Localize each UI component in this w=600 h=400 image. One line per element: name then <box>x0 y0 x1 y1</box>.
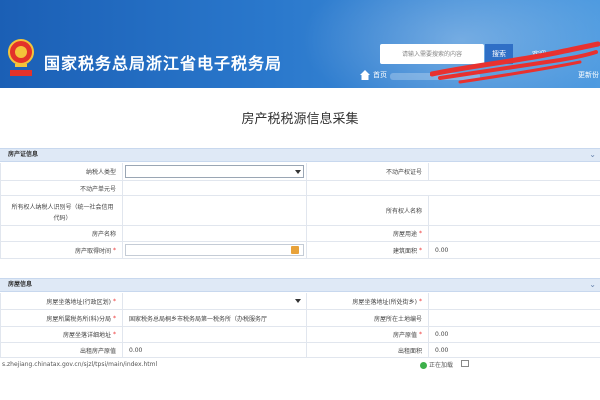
chevron-down-icon[interactable]: ⌄ <box>589 279 596 291</box>
taxpayer-type-cell <box>123 163 307 180</box>
acquisition-date-input[interactable] <box>125 244 304 256</box>
detailed-address-label: 房屋坐落详细地址 * <box>1 327 123 342</box>
original-value-label: 房产原值 * <box>307 327 429 342</box>
home-icon <box>360 70 370 80</box>
form-row: 房屋所属税务所(科)分局 * 国家税务总局桐乡市税务局第一税务所（办税服务厅 房屋… <box>1 310 600 327</box>
site-header: 国家税务总局浙江省电子税务局 搜索 欢迎 首页 更新份 <box>0 0 600 88</box>
form-row: 房屋坐落地址(行政区划) * 房屋坐落地址(所处街乡) * <box>1 293 600 310</box>
loading-dot-icon <box>420 362 427 369</box>
district-cell <box>123 293 307 309</box>
section-header-property-certificate[interactable]: 房产证信息 ⌄ <box>0 148 600 162</box>
original-value-field[interactable]: 0.00 <box>429 327 600 342</box>
empty-cell <box>307 181 600 195</box>
status-indicators: 正在加载 <box>420 360 470 369</box>
section-title: 房产证信息 <box>8 151 39 158</box>
property-unit-number-field[interactable] <box>123 181 307 195</box>
required-mark: * <box>113 297 116 305</box>
form-row: 房屋坐落详细地址 * 房产原值 * 0.00 <box>1 327 600 343</box>
required-mark: * <box>419 246 422 254</box>
page-title: 房产税税源信息采集 <box>241 112 359 127</box>
zoom-box-icon[interactable] <box>461 360 470 367</box>
house-usage-field[interactable] <box>429 226 600 241</box>
taxpayer-type-select[interactable] <box>125 165 304 178</box>
rental-area-field[interactable]: 0.00 <box>429 343 600 357</box>
rental-original-value-field[interactable]: 0.00 <box>123 343 307 357</box>
section-header-house-info[interactable]: 房屋信息 ⌄ <box>0 278 600 292</box>
required-mark: * <box>113 331 116 338</box>
required-mark: * <box>419 297 422 305</box>
form-row: 纳税人类型 不动产权证号 <box>1 163 600 181</box>
loading-indicator: 正在加载 <box>420 360 453 369</box>
required-mark: * <box>419 230 422 237</box>
land-number-field[interactable] <box>429 310 600 326</box>
acquisition-date-cell <box>123 242 307 258</box>
property-cert-number-label: 不动产权证号 <box>307 163 429 180</box>
rental-original-value-label: 出租房产原值 <box>1 343 123 357</box>
caret-down-icon <box>295 169 301 174</box>
property-unit-number-label: 不动产单元号 <box>1 181 123 195</box>
home-link[interactable]: 首页 <box>360 70 387 80</box>
house-info-form: 房屋坐落地址(行政区划) * 房屋坐落地址(所处街乡) * 房屋所属税务所(科)分局… <box>0 293 600 358</box>
district-label: 房屋坐落地址(行政区划) * <box>1 293 123 309</box>
street-label: 房屋坐落地址(所处街乡) * <box>307 293 429 309</box>
building-area-field[interactable]: 0.00 <box>429 242 600 258</box>
chevron-down-icon[interactable]: ⌄ <box>589 149 596 161</box>
caret-down-icon <box>295 299 301 303</box>
owner-name-label: 所有权人名称 <box>307 196 429 225</box>
owner-taxpayer-id-field[interactable] <box>123 196 307 225</box>
tax-office-label: 房屋所属税务所(科)分局 * <box>1 310 123 326</box>
district-select[interactable] <box>125 295 304 307</box>
redaction-scribble <box>430 41 600 84</box>
land-number-label: 房屋所在土地编号 <box>307 310 429 326</box>
form-row: 房产名称 房屋用途 * <box>1 226 600 242</box>
tax-office-value: 国家税务总局桐乡市税务局第一税务所（办税服务厅 <box>123 310 307 326</box>
browser-status-bar: s.zhejiang.chinatax.gov.cn/sjzl/tpsi/mai… <box>0 358 600 372</box>
form-row: 不动产单元号 <box>1 181 600 196</box>
property-certificate-form: 纳税人类型 不动产权证号 不动产单元号 所有权人纳税人识别号（统一社会信用代码）… <box>0 163 600 259</box>
taxpayer-type-label: 纳税人类型 <box>1 163 123 180</box>
acquisition-date-label: 房产取得时间 * <box>1 242 123 258</box>
tax-emblem-icon <box>8 39 34 76</box>
status-url: s.zhejiang.chinatax.gov.cn/sjzl/tpsi/mai… <box>2 361 158 368</box>
building-area-label: 建筑面积 * <box>307 242 429 258</box>
property-name-field[interactable] <box>123 226 307 241</box>
required-mark: * <box>113 314 116 322</box>
form-row: 房产取得时间 * 建筑面积 * 0.00 <box>1 242 600 259</box>
form-row: 出租房产原值 0.00 出租面积 0.00 <box>1 343 600 358</box>
street-select[interactable] <box>429 293 600 309</box>
owner-taxpayer-id-label: 所有权人纳税人识别号（统一社会信用代码） <box>1 196 123 225</box>
property-name-label: 房产名称 <box>1 226 123 241</box>
required-mark: * <box>419 331 422 338</box>
detailed-address-field[interactable] <box>123 327 307 342</box>
rental-area-label: 出租面积 <box>307 343 429 357</box>
property-cert-number-field[interactable] <box>429 163 600 180</box>
owner-name-field[interactable] <box>429 196 600 225</box>
section-title: 房屋信息 <box>8 281 33 288</box>
site-title: 国家税务总局浙江省电子税务局 <box>44 54 283 73</box>
form-row: 所有权人纳税人识别号（统一社会信用代码） 所有权人名称 <box>1 196 600 226</box>
calendar-icon[interactable] <box>291 246 299 254</box>
required-mark: * <box>113 246 116 254</box>
house-usage-label: 房屋用途 * <box>307 226 429 241</box>
home-link-label: 首页 <box>373 71 387 79</box>
